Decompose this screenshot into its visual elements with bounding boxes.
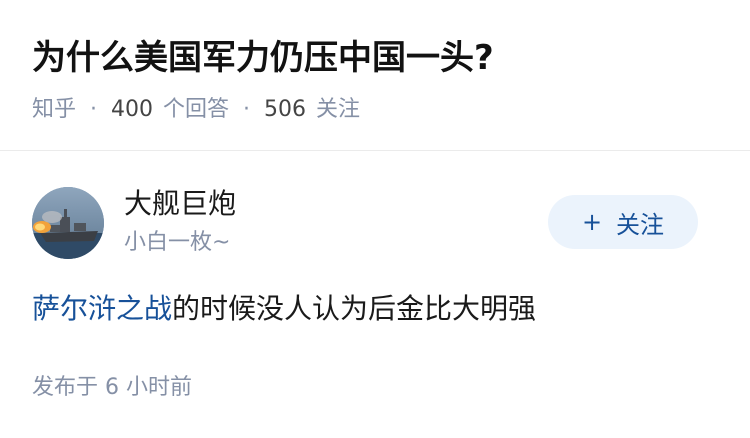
follow-button-label: 关注 (616, 210, 665, 239)
answer-text: 的时候没人认为后金比大明强 (172, 292, 537, 325)
follower-count: 506 (264, 97, 307, 122)
zhihu-page: 为什么美国军力仍压中国一头? 知乎 · 400 个回答 · 506 关注 大舰巨… (0, 0, 750, 438)
meta-separator: · (90, 97, 98, 122)
author-bio: 小白一枚~ (124, 230, 231, 255)
question-meta: 知乎 · 400 个回答 · 506 关注 (32, 94, 360, 126)
author-name[interactable]: 大舰巨炮 (124, 185, 236, 223)
answer-count-label: 个回答 (163, 97, 230, 122)
topic-link[interactable]: 萨尔浒之战 (32, 292, 172, 325)
question-header: 为什么美国军力仍压中国一头? 知乎 · 400 个回答 · 506 关注 (0, 0, 750, 151)
answer-card: 大舰巨炮 小白一枚~ + 关注 萨尔浒之战的时候没人认为后金比大明强 发布于 6… (0, 151, 750, 438)
publish-time: 发布于 6 小时前 (32, 375, 192, 400)
battleship-avatar-icon (32, 187, 104, 259)
author-avatar[interactable] (32, 187, 104, 259)
question-title[interactable]: 为什么美国军力仍压中国一头? (32, 34, 494, 82)
follow-button[interactable]: + 关注 (548, 195, 698, 249)
plus-icon: + (581, 208, 603, 236)
answer-content[interactable]: 萨尔浒之战的时候没人认为后金比大明强 (32, 289, 536, 329)
answer-count: 400 (111, 97, 154, 122)
source-label[interactable]: 知乎 (32, 94, 76, 126)
follower-count-label: 关注 (316, 97, 361, 122)
meta-separator: · (243, 97, 251, 122)
